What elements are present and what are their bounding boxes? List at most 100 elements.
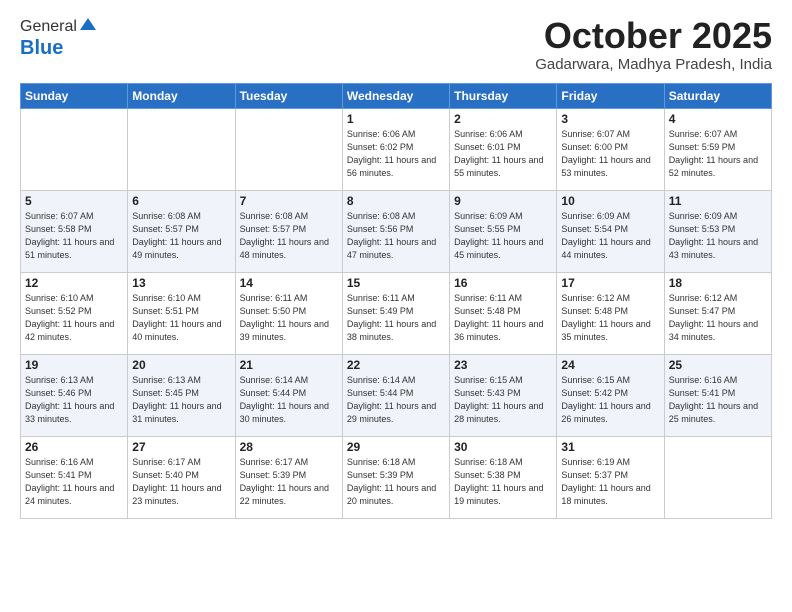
day-number: 21: [240, 358, 338, 372]
column-header-thursday: Thursday: [450, 83, 557, 108]
day-detail: Sunrise: 6:08 AM Sunset: 5:57 PM Dayligh…: [132, 210, 230, 262]
calendar-cell: 22Sunrise: 6:14 AM Sunset: 5:44 PM Dayli…: [342, 354, 449, 436]
calendar-cell: 18Sunrise: 6:12 AM Sunset: 5:47 PM Dayli…: [664, 272, 771, 354]
day-number: 24: [561, 358, 659, 372]
calendar-cell: 15Sunrise: 6:11 AM Sunset: 5:49 PM Dayli…: [342, 272, 449, 354]
day-number: 9: [454, 194, 552, 208]
day-detail: Sunrise: 6:08 AM Sunset: 5:57 PM Dayligh…: [240, 210, 338, 262]
calendar-cell: 5Sunrise: 6:07 AM Sunset: 5:58 PM Daylig…: [21, 190, 128, 272]
calendar-cell: 31 Sunrise: 6:19 AM Sunset: 5:37 PM Dayli…: [557, 436, 664, 518]
day-detail: Sunrise: 6:11 AM Sunset: 5:48 PM Dayligh…: [454, 292, 552, 344]
header: General Blue October 2025 Gadarwara, Mad…: [20, 16, 772, 73]
day-number: 19: [25, 358, 123, 372]
day-detail: Sunrise: 6:11 AM Sunset: 5:50 PM Dayligh…: [240, 292, 338, 344]
day-detail: Sunrise: 6:18 AM Sunset: 5:38 PM Dayligh…: [454, 456, 552, 508]
day-number: 29: [347, 440, 445, 454]
day-detail: Sunrise: 6:13 AM Sunset: 5:46 PM Dayligh…: [25, 374, 123, 426]
day-detail: Sunrise: 6:09 AM Sunset: 5:53 PM Dayligh…: [669, 210, 767, 262]
calendar-cell: 6 Sunrise: 6:08 AM Sunset: 5:57 PM Daylig…: [128, 190, 235, 272]
day-detail: Sunrise: 6:10 AM Sunset: 5:52 PM Dayligh…: [25, 292, 123, 344]
day-number: 4: [669, 112, 767, 126]
day-number: 13: [132, 276, 230, 290]
calendar-cell: [128, 108, 235, 190]
column-header-saturday: Saturday: [664, 83, 771, 108]
day-detail: Sunrise: 6:16 AM Sunset: 5:41 PM Dayligh…: [669, 374, 767, 426]
day-detail: Sunrise: 6:07 AM Sunset: 5:58 PM Dayligh…: [25, 210, 123, 262]
day-number: 11: [669, 194, 767, 208]
calendar-cell: 24 Sunrise: 6:15 AM Sunset: 5:42 PM Dayli…: [557, 354, 664, 436]
day-number: 14: [240, 276, 338, 290]
calendar-cell: 10Sunrise: 6:09 AM Sunset: 5:54 PM Dayli…: [557, 190, 664, 272]
calendar-cell: 14 Sunrise: 6:11 AM Sunset: 5:50 PM Dayli…: [235, 272, 342, 354]
calendar-cell: [664, 436, 771, 518]
calendar-cell: 11 Sunrise: 6:09 AM Sunset: 5:53 PM Dayli…: [664, 190, 771, 272]
day-detail: Sunrise: 6:13 AM Sunset: 5:45 PM Dayligh…: [132, 374, 230, 426]
day-detail: Sunrise: 6:07 AM Sunset: 6:00 PM Dayligh…: [561, 128, 659, 180]
column-header-wednesday: Wednesday: [342, 83, 449, 108]
logo: General Blue: [20, 16, 96, 60]
day-number: 8: [347, 194, 445, 208]
title-section: October 2025 Gadarwara, Madhya Pradesh, …: [535, 16, 772, 73]
day-number: 30: [454, 440, 552, 454]
day-detail: Sunrise: 6:17 AM Sunset: 5:39 PM Dayligh…: [240, 456, 338, 508]
calendar-cell: 23 Sunrise: 6:15 AM Sunset: 5:43 PM Dayli…: [450, 354, 557, 436]
calendar-cell: 30 Sunrise: 6:18 AM Sunset: 5:38 PM Dayli…: [450, 436, 557, 518]
calendar-cell: 2 Sunrise: 6:06 AM Sunset: 6:01 PM Daylig…: [450, 108, 557, 190]
calendar-week-5: 26Sunrise: 6:16 AM Sunset: 5:41 PM Dayli…: [21, 436, 772, 518]
calendar-week-1: 1 Sunrise: 6:06 AM Sunset: 6:02 PM Daylig…: [21, 108, 772, 190]
calendar-cell: 20 Sunrise: 6:13 AM Sunset: 5:45 PM Dayli…: [128, 354, 235, 436]
day-detail: Sunrise: 6:15 AM Sunset: 5:42 PM Dayligh…: [561, 374, 659, 426]
day-number: 31: [561, 440, 659, 454]
logo-general-text: General: [20, 18, 77, 36]
day-number: 12: [25, 276, 123, 290]
day-detail: Sunrise: 6:18 AM Sunset: 5:39 PM Dayligh…: [347, 456, 445, 508]
day-number: 7: [240, 194, 338, 208]
day-number: 17: [561, 276, 659, 290]
day-detail: Sunrise: 6:09 AM Sunset: 5:55 PM Dayligh…: [454, 210, 552, 262]
day-detail: Sunrise: 6:12 AM Sunset: 5:47 PM Dayligh…: [669, 292, 767, 344]
column-header-tuesday: Tuesday: [235, 83, 342, 108]
day-detail: Sunrise: 6:06 AM Sunset: 6:02 PM Dayligh…: [347, 128, 445, 180]
day-number: 28: [240, 440, 338, 454]
column-header-friday: Friday: [557, 83, 664, 108]
calendar-cell: 19 Sunrise: 6:13 AM Sunset: 5:46 PM Dayli…: [21, 354, 128, 436]
calendar-cell: 8 Sunrise: 6:08 AM Sunset: 5:56 PM Daylig…: [342, 190, 449, 272]
day-number: 26: [25, 440, 123, 454]
day-detail: Sunrise: 6:09 AM Sunset: 5:54 PM Dayligh…: [561, 210, 659, 262]
calendar-cell: 7 Sunrise: 6:08 AM Sunset: 5:57 PM Daylig…: [235, 190, 342, 272]
calendar-cell: 9 Sunrise: 6:09 AM Sunset: 5:55 PM Daylig…: [450, 190, 557, 272]
calendar-cell: 26Sunrise: 6:16 AM Sunset: 5:41 PM Dayli…: [21, 436, 128, 518]
day-number: 23: [454, 358, 552, 372]
column-header-monday: Monday: [128, 83, 235, 108]
calendar-week-4: 19 Sunrise: 6:13 AM Sunset: 5:46 PM Dayli…: [21, 354, 772, 436]
day-number: 20: [132, 358, 230, 372]
calendar-cell: 29 Sunrise: 6:18 AM Sunset: 5:39 PM Dayli…: [342, 436, 449, 518]
calendar-header-row: SundayMondayTuesdayWednesdayThursdayFrid…: [21, 83, 772, 108]
day-detail: Sunrise: 6:08 AM Sunset: 5:56 PM Dayligh…: [347, 210, 445, 262]
subtitle: Gadarwara, Madhya Pradesh, India: [535, 56, 772, 73]
calendar-cell: 21 Sunrise: 6:14 AM Sunset: 5:44 PM Dayli…: [235, 354, 342, 436]
day-number: 6: [132, 194, 230, 208]
month-title: October 2025: [535, 16, 772, 56]
day-number: 1: [347, 112, 445, 126]
day-number: 27: [132, 440, 230, 454]
day-detail: Sunrise: 6:14 AM Sunset: 5:44 PM Dayligh…: [240, 374, 338, 426]
calendar-cell: 16 Sunrise: 6:11 AM Sunset: 5:48 PM Dayli…: [450, 272, 557, 354]
page: General Blue October 2025 Gadarwara, Mad…: [0, 0, 792, 612]
calendar-cell: 25Sunrise: 6:16 AM Sunset: 5:41 PM Dayli…: [664, 354, 771, 436]
day-number: 3: [561, 112, 659, 126]
calendar: SundayMondayTuesdayWednesdayThursdayFrid…: [20, 83, 772, 519]
calendar-cell: 28 Sunrise: 6:17 AM Sunset: 5:39 PM Dayli…: [235, 436, 342, 518]
calendar-cell: 1 Sunrise: 6:06 AM Sunset: 6:02 PM Daylig…: [342, 108, 449, 190]
day-detail: Sunrise: 6:06 AM Sunset: 6:01 PM Dayligh…: [454, 128, 552, 180]
day-number: 16: [454, 276, 552, 290]
day-detail: Sunrise: 6:10 AM Sunset: 5:51 PM Dayligh…: [132, 292, 230, 344]
calendar-cell: [21, 108, 128, 190]
logo-blue-text: Blue: [20, 37, 63, 59]
day-number: 2: [454, 112, 552, 126]
day-detail: Sunrise: 6:19 AM Sunset: 5:37 PM Dayligh…: [561, 456, 659, 508]
day-detail: Sunrise: 6:17 AM Sunset: 5:40 PM Dayligh…: [132, 456, 230, 508]
day-detail: Sunrise: 6:15 AM Sunset: 5:43 PM Dayligh…: [454, 374, 552, 426]
column-header-sunday: Sunday: [21, 83, 128, 108]
calendar-cell: 12 Sunrise: 6:10 AM Sunset: 5:52 PM Dayli…: [21, 272, 128, 354]
